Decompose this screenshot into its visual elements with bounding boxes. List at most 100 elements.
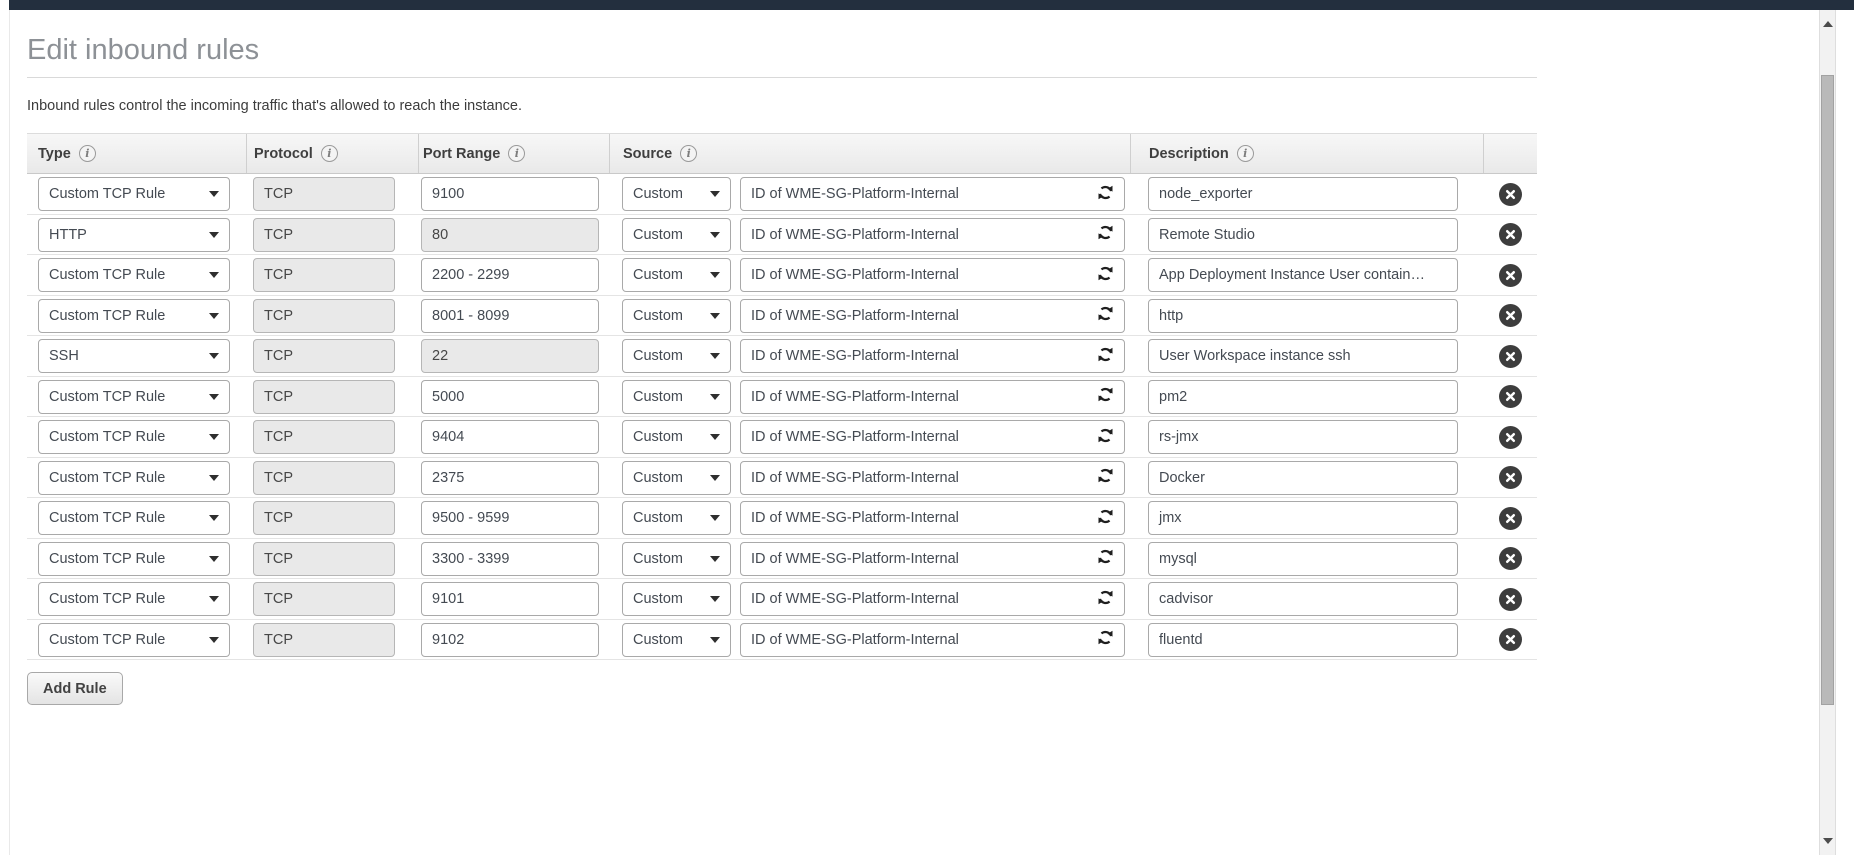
description-info-icon[interactable]: i — [1237, 145, 1254, 162]
source-mode-select[interactable]: Custom — [622, 339, 731, 373]
table-row: Custom TCP Rule TCP 2375 Custom ID of WM… — [27, 458, 1537, 499]
type-select[interactable]: Custom TCP Rule — [38, 623, 230, 657]
port-range-input[interactable]: 9100 — [421, 177, 599, 211]
table-row: Custom TCP Rule TCP 9404 Custom ID of WM… — [27, 417, 1537, 458]
scrollbar-thumb[interactable] — [1821, 75, 1834, 705]
source-mode-select[interactable]: Custom — [622, 461, 731, 495]
type-select[interactable]: Custom TCP Rule — [38, 177, 230, 211]
type-select[interactable]: Custom TCP Rule — [38, 582, 230, 616]
port-range-input[interactable]: 9102 — [421, 623, 599, 657]
description-input[interactable]: User Workspace instance ssh — [1148, 339, 1458, 373]
refresh-icon[interactable] — [1097, 629, 1114, 650]
description-input[interactable]: pm2 — [1148, 380, 1458, 414]
source-mode-select[interactable]: Custom — [622, 380, 731, 414]
port-range-input[interactable]: 5000 — [421, 380, 599, 414]
refresh-icon[interactable] — [1097, 548, 1114, 569]
refresh-icon[interactable] — [1097, 224, 1114, 245]
source-input[interactable]: ID of WME-SG-Platform-Internal — [740, 380, 1125, 414]
source-mode-select[interactable]: Custom — [622, 420, 731, 454]
scrollbar-up-button[interactable] — [1820, 12, 1835, 36]
source-input[interactable]: ID of WME-SG-Platform-Internal — [740, 623, 1125, 657]
delete-rule-button[interactable] — [1499, 304, 1522, 327]
port-range-input[interactable]: 3300 - 3399 — [421, 542, 599, 576]
scrollbar[interactable] — [1819, 10, 1836, 855]
port-range-input[interactable]: 2200 - 2299 — [421, 258, 599, 292]
refresh-icon[interactable] — [1097, 386, 1114, 407]
protocol-info-icon[interactable]: i — [321, 145, 338, 162]
source-input[interactable]: ID of WME-SG-Platform-Internal — [740, 258, 1125, 292]
description-input[interactable]: fluentd — [1148, 623, 1458, 657]
port-range-cell: 80 — [418, 218, 609, 252]
delete-rule-button[interactable] — [1499, 385, 1522, 408]
type-select[interactable]: Custom TCP Rule — [38, 258, 230, 292]
source-value: ID of WME-SG-Platform-Internal — [751, 389, 959, 405]
delete-rule-button[interactable] — [1499, 345, 1522, 368]
description-input[interactable]: node_exporter — [1148, 177, 1458, 211]
delete-rule-button[interactable] — [1499, 547, 1522, 570]
source-mode-select[interactable]: Custom — [622, 623, 731, 657]
description-input[interactable]: mysql — [1148, 542, 1458, 576]
source-mode-select[interactable]: Custom — [622, 218, 731, 252]
source-input[interactable]: ID of WME-SG-Platform-Internal — [740, 582, 1125, 616]
delete-rule-button[interactable] — [1499, 223, 1522, 246]
type-info-icon[interactable]: i — [79, 145, 96, 162]
source-mode-select[interactable]: Custom — [622, 542, 731, 576]
port-range-input[interactable]: 9404 — [421, 420, 599, 454]
source-mode-select[interactable]: Custom — [622, 258, 731, 292]
description-input[interactable]: rs-jmx — [1148, 420, 1458, 454]
refresh-icon[interactable] — [1097, 265, 1114, 286]
delete-rule-button[interactable] — [1499, 183, 1522, 206]
scrollbar-down-button[interactable] — [1820, 829, 1835, 853]
source-input[interactable]: ID of WME-SG-Platform-Internal — [740, 542, 1125, 576]
source-mode-select[interactable]: Custom — [622, 582, 731, 616]
refresh-icon[interactable] — [1097, 589, 1114, 610]
port-range-input[interactable]: 9500 - 9599 — [421, 501, 599, 535]
source-input[interactable]: ID of WME-SG-Platform-Internal — [740, 461, 1125, 495]
type-select[interactable]: Custom TCP Rule — [38, 380, 230, 414]
source-cell: Custom ID of WME-SG-Platform-Internal — [609, 177, 1130, 211]
type-select[interactable]: Custom TCP Rule — [38, 299, 230, 333]
type-select[interactable]: Custom TCP Rule — [38, 461, 230, 495]
source-mode-select[interactable]: Custom — [622, 177, 731, 211]
type-select[interactable]: HTTP — [38, 218, 230, 252]
type-select[interactable]: Custom TCP Rule — [38, 501, 230, 535]
source-input[interactable]: ID of WME-SG-Platform-Internal — [740, 420, 1125, 454]
type-select[interactable]: SSH — [38, 339, 230, 373]
refresh-icon[interactable] — [1097, 427, 1114, 448]
description-input[interactable]: App Deployment Instance User contain… — [1148, 258, 1458, 292]
port-range-info-icon[interactable]: i — [508, 145, 525, 162]
delete-rule-button[interactable] — [1499, 507, 1522, 530]
table-row: SSH TCP 22 Custom ID of WME-SG-Platform-… — [27, 336, 1537, 377]
description-input[interactable]: jmx — [1148, 501, 1458, 535]
source-input[interactable]: ID of WME-SG-Platform-Internal — [740, 339, 1125, 373]
source-mode-select[interactable]: Custom — [622, 299, 731, 333]
delete-rule-button[interactable] — [1499, 264, 1522, 287]
description-input[interactable]: cadvisor — [1148, 582, 1458, 616]
source-input[interactable]: ID of WME-SG-Platform-Internal — [740, 299, 1125, 333]
port-range-input[interactable]: 2375 — [421, 461, 599, 495]
delete-rule-button[interactable] — [1499, 588, 1522, 611]
refresh-icon[interactable] — [1097, 346, 1114, 367]
source-input[interactable]: ID of WME-SG-Platform-Internal — [740, 501, 1125, 535]
add-rule-button[interactable]: Add Rule — [27, 672, 123, 705]
close-icon — [1505, 594, 1516, 605]
source-input[interactable]: ID of WME-SG-Platform-Internal — [740, 218, 1125, 252]
type-select[interactable]: Custom TCP Rule — [38, 542, 230, 576]
type-select[interactable]: Custom TCP Rule — [38, 420, 230, 454]
refresh-icon[interactable] — [1097, 467, 1114, 488]
refresh-icon[interactable] — [1097, 184, 1114, 205]
port-range-input[interactable]: 8001 - 8099 — [421, 299, 599, 333]
refresh-icon[interactable] — [1097, 305, 1114, 326]
table-row: Custom TCP Rule TCP 9101 Custom ID of WM… — [27, 579, 1537, 620]
source-info-icon[interactable]: i — [680, 145, 697, 162]
source-input[interactable]: ID of WME-SG-Platform-Internal — [740, 177, 1125, 211]
delete-rule-button[interactable] — [1499, 426, 1522, 449]
description-input[interactable]: Docker — [1148, 461, 1458, 495]
description-input[interactable]: Remote Studio — [1148, 218, 1458, 252]
refresh-icon[interactable] — [1097, 508, 1114, 529]
description-input[interactable]: http — [1148, 299, 1458, 333]
delete-rule-button[interactable] — [1499, 466, 1522, 489]
delete-rule-button[interactable] — [1499, 628, 1522, 651]
port-range-input[interactable]: 9101 — [421, 582, 599, 616]
source-mode-select[interactable]: Custom — [622, 501, 731, 535]
